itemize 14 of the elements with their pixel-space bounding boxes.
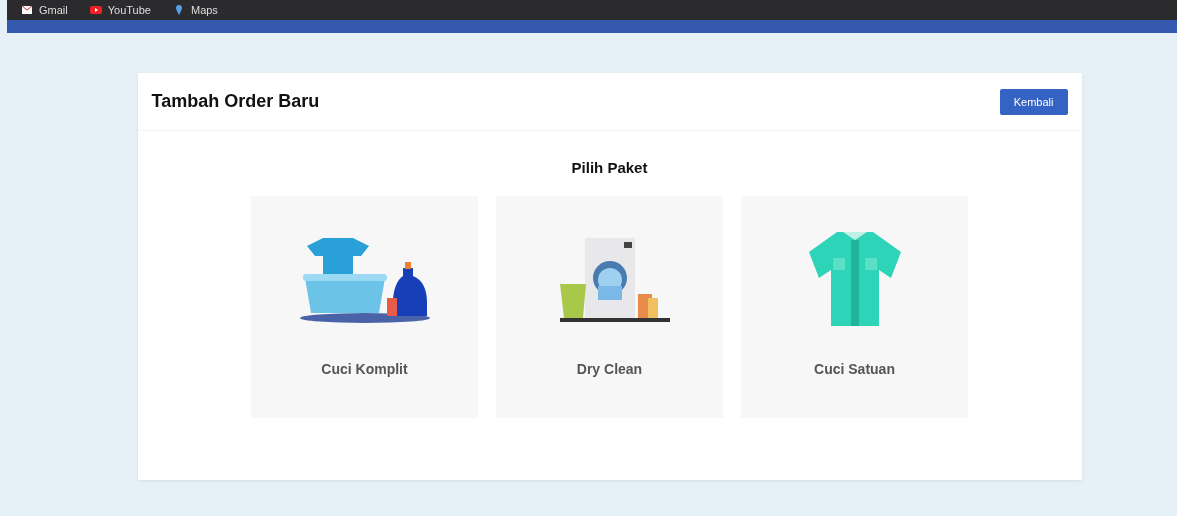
page-title: Tambah Order Baru (151, 91, 320, 112)
play-icon (89, 5, 102, 15)
package-card[interactable]: Cuci Satuan (741, 196, 968, 418)
package-card[interactable]: Dry Clean (496, 196, 723, 418)
package-label: Dry Clean (576, 361, 643, 377)
package-label: Cuci Satuan (814, 361, 895, 377)
bookmark-link[interactable]: YouTube (89, 4, 151, 16)
bookmark-link[interactable]: Gmail (21, 4, 68, 16)
section-title: Pilih Paket (571, 159, 648, 176)
package-label: Cuci Komplit (321, 361, 408, 377)
envelope-icon (21, 5, 33, 15)
back-button[interactable]: Kembali (999, 88, 1068, 115)
bookmark-link[interactable]: Maps (172, 4, 218, 16)
package-card[interactable]: Cuci Komplit (251, 196, 478, 418)
